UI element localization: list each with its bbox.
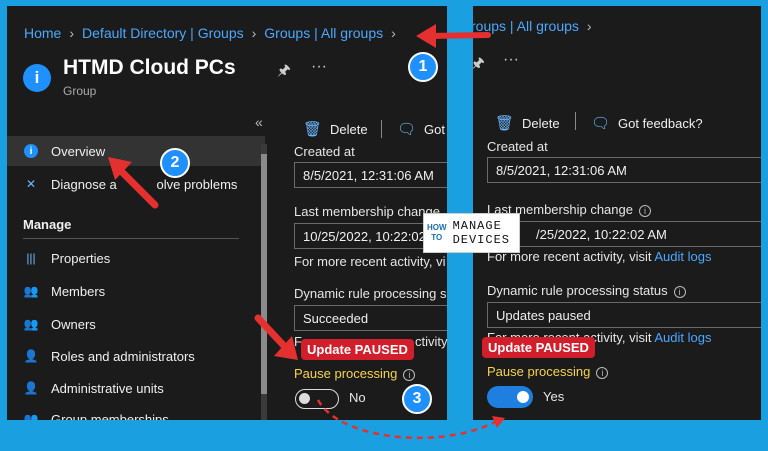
dashed-curve-arrow: [316, 399, 505, 440]
annotation-arrows: [108, 24, 505, 440]
arrow-2: [108, 157, 159, 209]
arrow-1: [416, 24, 491, 48]
arrow-3: [254, 314, 298, 360]
